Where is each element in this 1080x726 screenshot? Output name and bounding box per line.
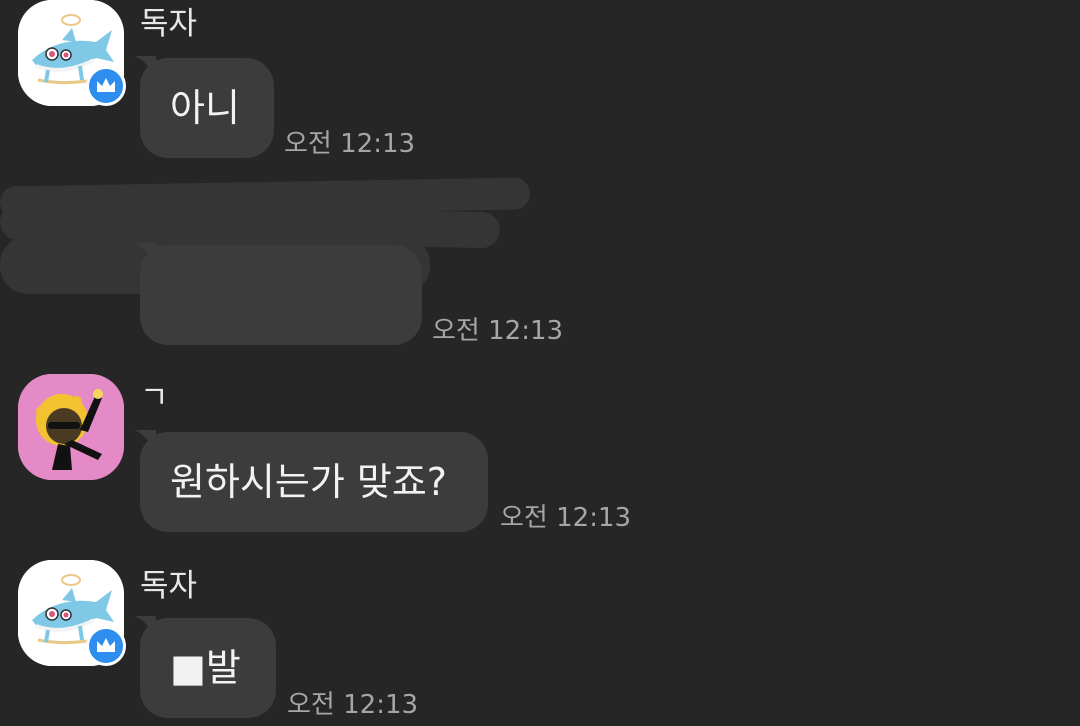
message-bubble[interactable]: 아니 <box>140 58 274 158</box>
message-time: 오전 12:13 <box>432 316 564 346</box>
sender-avatar-character[interactable] <box>18 374 124 480</box>
crown-badge-icon <box>97 78 115 92</box>
sender-name: 독자 <box>140 6 198 42</box>
message-time: 오전 12:13 <box>284 129 416 159</box>
message-time: 오전 12:13 <box>287 690 419 720</box>
chat-screen: 독자 아니 오전 12:13 오전 12:13 ㄱ 원하시는가 맞죠? 오전 1… <box>0 0 1080 726</box>
character-avatar-icon <box>18 374 124 480</box>
crown-badge <box>86 66 126 106</box>
crown-badge-icon <box>97 638 115 652</box>
sender-name: 독자 <box>140 568 198 604</box>
sender-name: ㄱ <box>140 380 169 416</box>
message-bubble[interactable]: 원하시는가 맞죠? <box>140 432 488 532</box>
crown-badge <box>86 626 126 666</box>
message-bubble-redacted[interactable] <box>140 245 422 345</box>
message-time: 오전 12:13 <box>500 503 632 533</box>
message-bubble[interactable]: ■발 <box>140 618 276 718</box>
